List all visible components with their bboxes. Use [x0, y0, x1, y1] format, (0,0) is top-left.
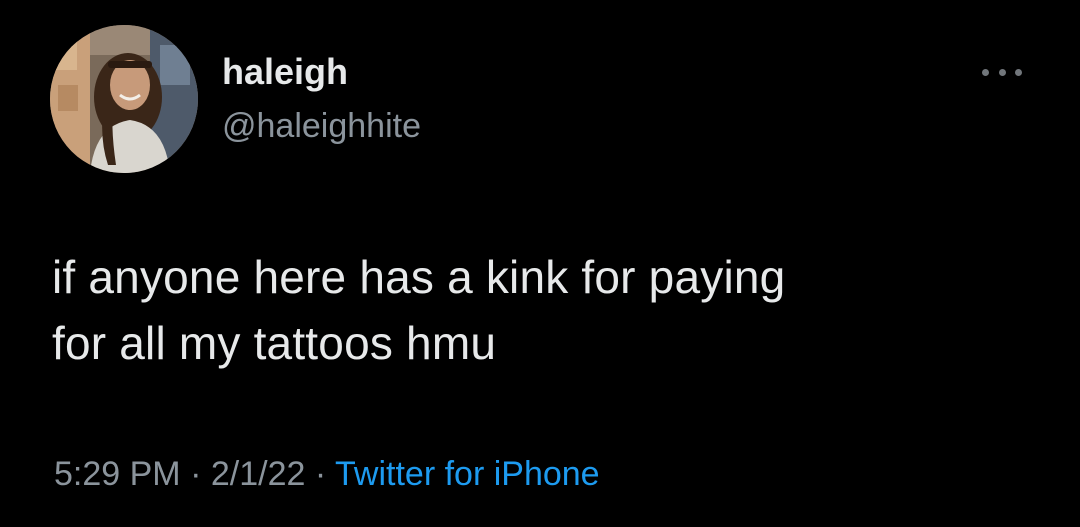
more-dots-icon: [982, 68, 989, 76]
tweet-text: if anyone here has a kink for paying for…: [52, 244, 1032, 376]
user-display-name[interactable]: haleigh: [222, 52, 348, 92]
meta-separator: ·: [190, 455, 202, 493]
meta-separator: ·: [314, 455, 327, 493]
tweet-time[interactable]: 5:29 PM: [54, 455, 181, 493]
tweet-date[interactable]: 2/1/22: [211, 455, 306, 493]
tweet-text-line: for all my tattoos hmu: [52, 317, 497, 369]
avatar-photo: [50, 25, 198, 173]
avatar[interactable]: [50, 25, 198, 173]
more-dots-icon: [998, 68, 1006, 76]
tweet-metadata: 5:29 PM · 2/1/22 · Twitter for iPhone: [54, 452, 600, 496]
user-handle[interactable]: @haleighhite: [222, 106, 421, 146]
tweet-text-line: if anyone here has a kink for paying: [52, 251, 786, 303]
tweet-card: haleigh @haleighhite if anyone here has …: [0, 0, 1080, 527]
more-options-button[interactable]: [982, 60, 1022, 84]
tweet-source-link[interactable]: Twitter for iPhone: [335, 455, 600, 493]
more-dots-icon: [1015, 68, 1022, 76]
